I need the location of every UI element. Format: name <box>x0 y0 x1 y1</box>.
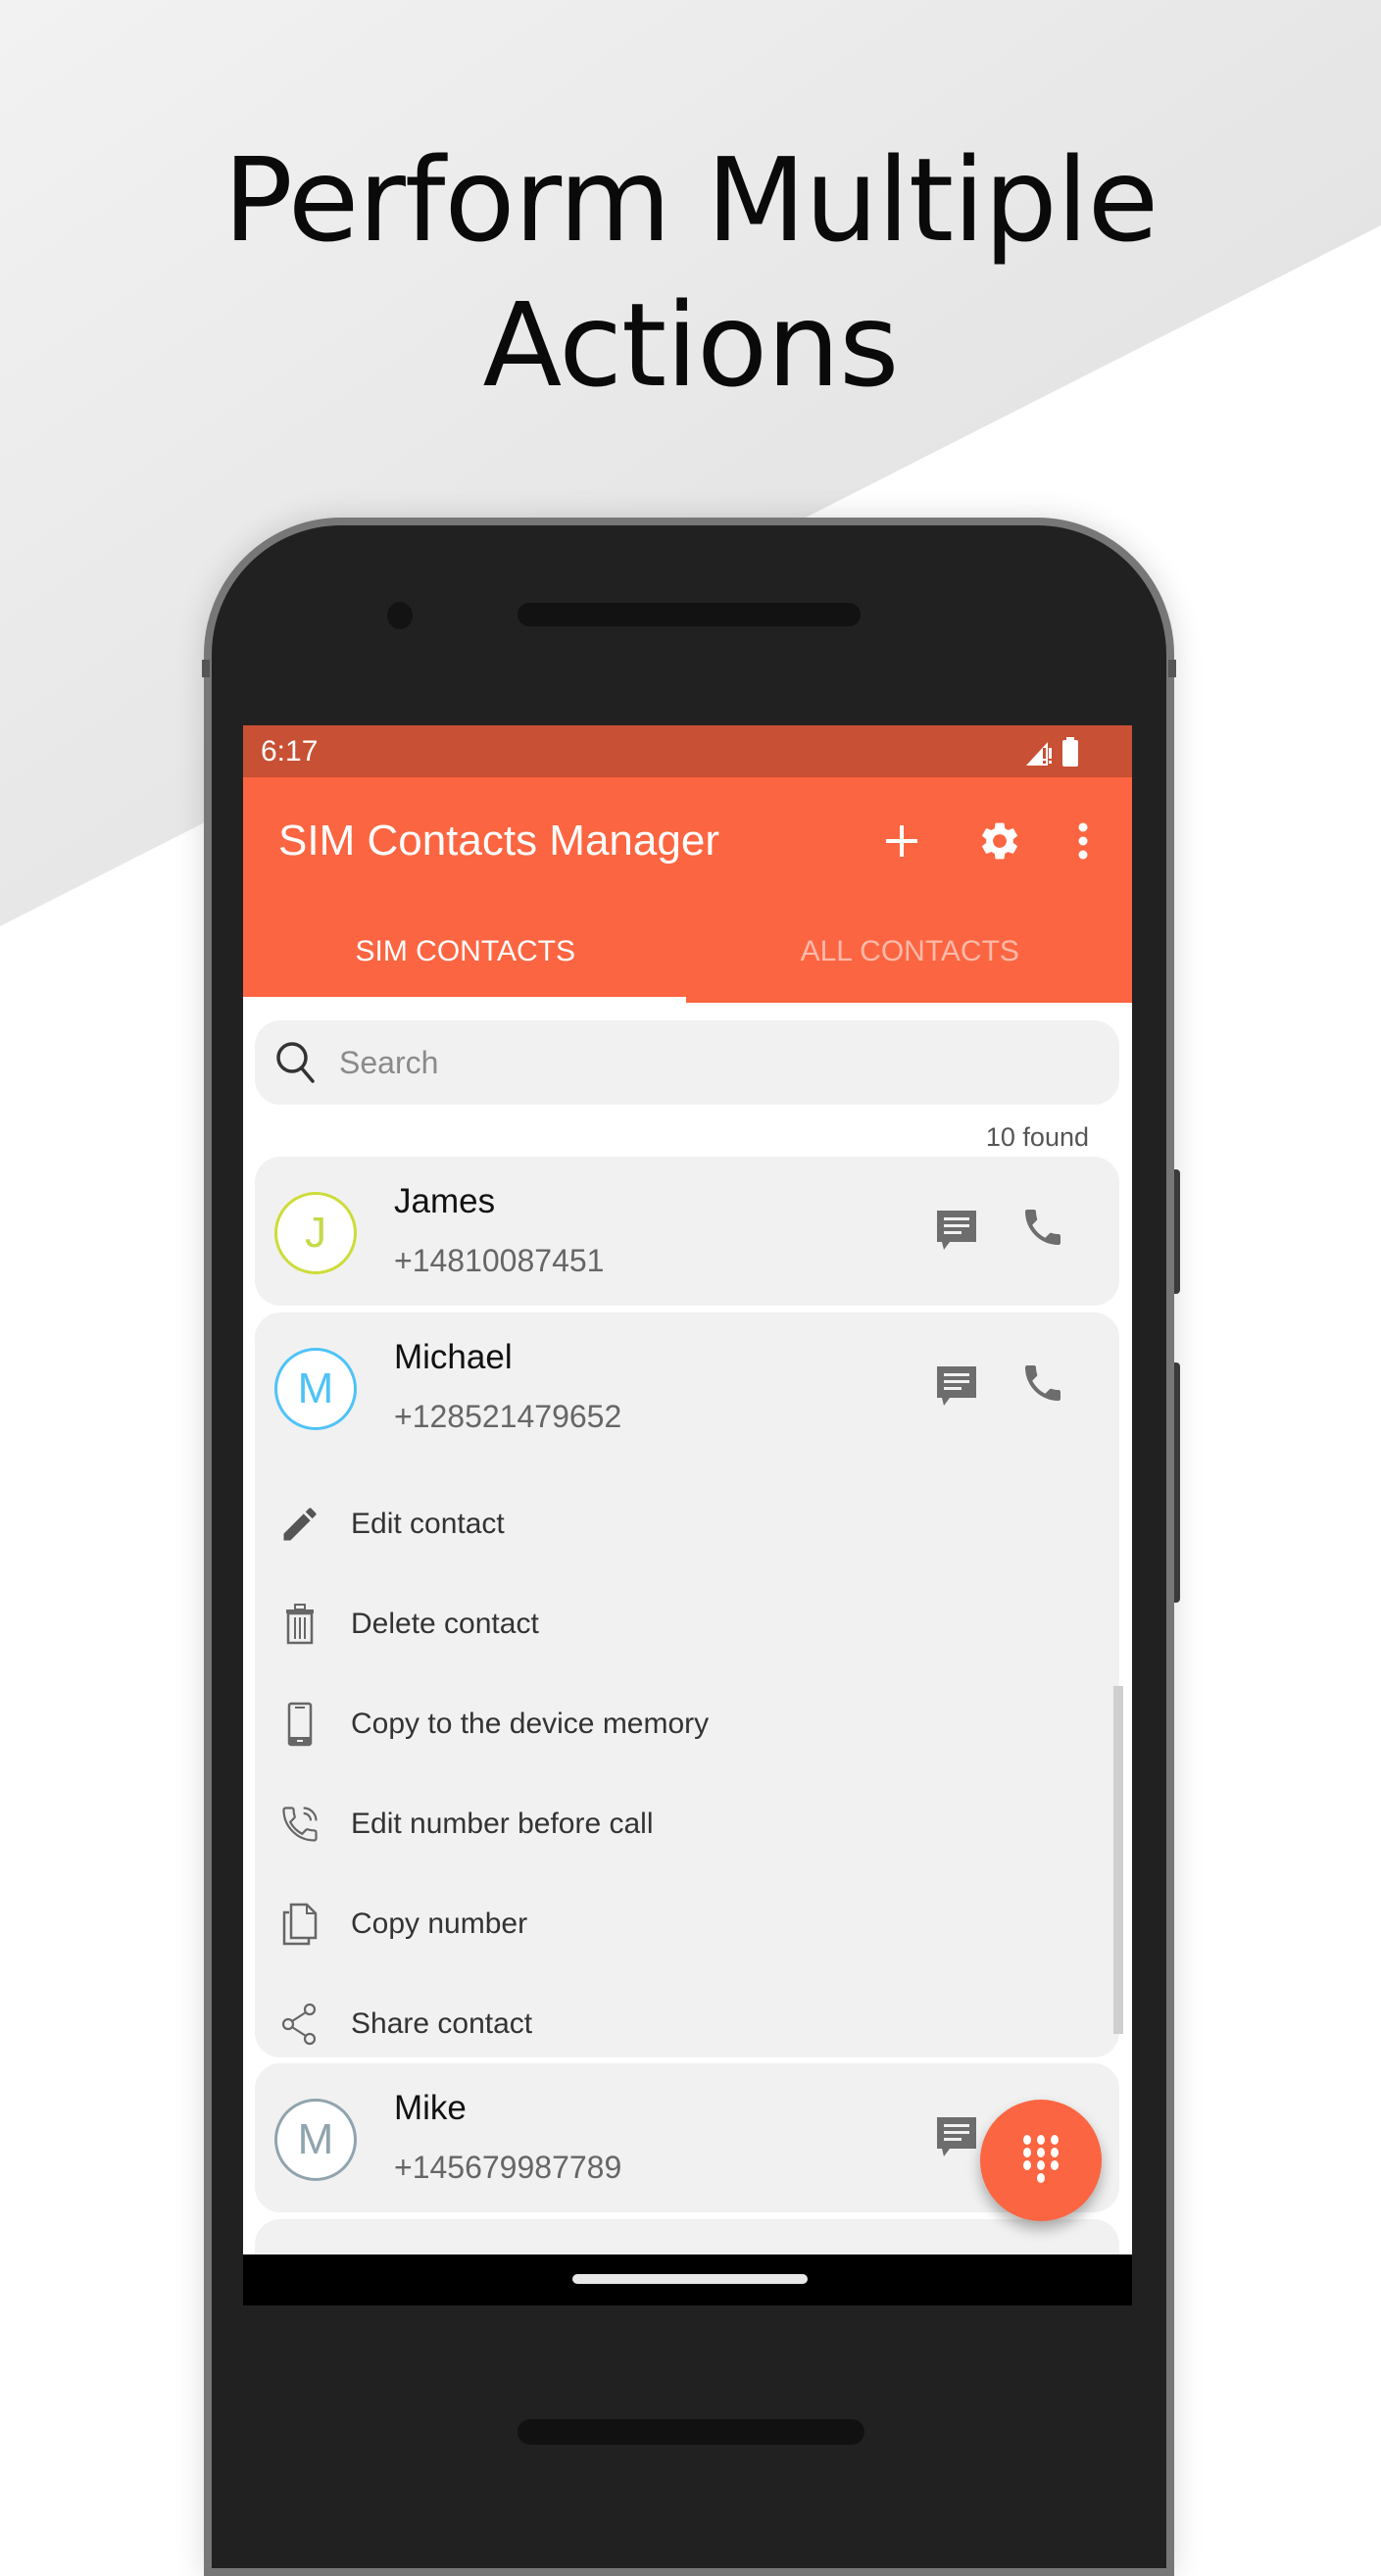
phone-icon <box>1019 1210 1066 1255</box>
call-button[interactable] <box>1019 1360 1072 1412</box>
battery-icon <box>1061 737 1079 771</box>
bottom-speaker <box>518 2419 864 2445</box>
headline-line-2: Actions <box>482 277 899 413</box>
phone-ringing-icon <box>278 1803 321 1846</box>
settings-button[interactable] <box>965 809 1034 877</box>
add-contact-button[interactable] <box>867 809 936 877</box>
contact-name: Michael <box>394 1338 513 1376</box>
contact-actions-menu: Edit contact Delete contact Copy to the … <box>255 1474 1119 2074</box>
phone-frame-notch <box>1168 660 1176 677</box>
avatar-initial: M <box>297 1364 334 1412</box>
app-title: SIM Contacts Manager <box>278 817 719 865</box>
dialpad-fab[interactable] <box>980 2100 1102 2221</box>
contact-phone: +128521479652 <box>394 1399 622 1434</box>
menu-item-label: Copy number <box>351 1907 528 1940</box>
dialpad-icon <box>1019 2134 1062 2188</box>
earpiece-speaker <box>518 603 861 626</box>
menu-item-share-contact[interactable]: Share contact <box>255 1974 1119 2074</box>
phone-volume-button <box>1174 1169 1180 1294</box>
pencil-icon <box>278 1503 321 1546</box>
menu-item-edit-number-before-call[interactable]: Edit number before call <box>255 1774 1119 1874</box>
phone-icon <box>1019 1365 1066 1411</box>
tab-all-contacts[interactable]: ALL CONTACTS <box>688 905 1133 1003</box>
settings-icon <box>977 818 1022 868</box>
list-scrollbar[interactable] <box>1113 1686 1123 2034</box>
copy-icon <box>278 1903 321 1946</box>
menu-item-label: Share contact <box>351 2007 533 2040</box>
call-button[interactable] <box>1019 1204 1072 1257</box>
more-vert-icon <box>1077 821 1089 866</box>
contact-name: Mike <box>394 2089 467 2127</box>
results-count: 10 found <box>985 1122 1089 1152</box>
smartphone-icon <box>278 1702 321 1747</box>
contact-card[interactable]: J James +14810087451 <box>255 1157 1119 1306</box>
tab-sim-contacts[interactable]: SIM CONTACTS <box>243 905 688 1003</box>
tab-bar: SIM CONTACTS ALL CONTACTS <box>243 905 1132 1003</box>
message-button[interactable] <box>935 1363 984 1412</box>
status-time: 6:17 <box>261 735 319 768</box>
phone-screen: 6:17 SIM Contacts Manager SIM CONTACTS A… <box>243 725 1132 2305</box>
signal-no-service-icon <box>1024 739 1054 771</box>
menu-item-label: Delete contact <box>351 1608 539 1640</box>
system-nav-bar <box>243 2254 1132 2305</box>
contact-phone: +14810087451 <box>394 1243 605 1278</box>
message-icon <box>935 2117 978 2163</box>
home-gesture-handle[interactable] <box>572 2274 808 2284</box>
phone-frame-notch <box>202 660 210 677</box>
search-input[interactable] <box>337 1034 1086 1091</box>
trash-icon <box>278 1603 321 1646</box>
message-icon <box>935 1366 978 1412</box>
avatar: M <box>274 2099 357 2181</box>
avatar-initial: M <box>297 2115 334 2163</box>
search-bar[interactable] <box>255 1020 1119 1105</box>
status-bar: 6:17 <box>243 725 1132 777</box>
menu-item-label: Edit contact <box>351 1508 505 1540</box>
add-icon <box>882 821 921 866</box>
avatar: M <box>274 1348 357 1430</box>
app-bar: SIM Contacts Manager SIM CONTACTS ALL CO… <box>243 777 1132 1003</box>
menu-item-label: Copy to the device memory <box>351 1708 710 1740</box>
menu-item-edit-contact[interactable]: Edit contact <box>255 1474 1119 1574</box>
menu-item-label: Edit number before call <box>351 1808 654 1840</box>
avatar: J <box>274 1192 357 1274</box>
front-camera <box>387 602 413 629</box>
menu-item-copy-to-device[interactable]: Copy to the device memory <box>255 1674 1119 1774</box>
phone-power-button <box>1174 1362 1180 1603</box>
contact-card-expanded[interactable]: M Michael +128521479652 Edit contact Del… <box>255 1313 1119 2057</box>
share-icon <box>278 2003 321 2046</box>
message-button[interactable] <box>935 2114 984 2163</box>
menu-item-delete-contact[interactable]: Delete contact <box>255 1574 1119 1674</box>
contact-phone: +145679987789 <box>394 2150 622 2185</box>
contacts-content: 10 found J James +14810087451 M Michael … <box>243 1003 1132 2278</box>
search-icon <box>274 1040 318 1090</box>
message-icon <box>935 1211 978 1257</box>
avatar-initial: J <box>305 1209 326 1257</box>
promo-headline: Perform Multiple Actions <box>0 127 1381 418</box>
contact-name: James <box>394 1182 496 1220</box>
headline-line-1: Perform Multiple <box>222 132 1159 268</box>
menu-item-copy-number[interactable]: Copy number <box>255 1874 1119 1974</box>
message-button[interactable] <box>935 1208 984 1257</box>
more-options-button[interactable] <box>1063 809 1103 877</box>
